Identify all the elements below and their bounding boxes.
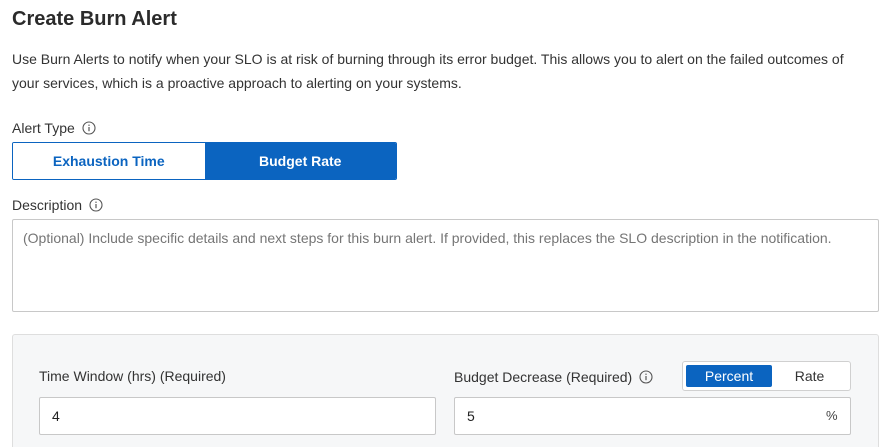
budget-unit-toggle: Percent Rate: [682, 361, 851, 391]
time-window-label: Time Window (hrs) (Required): [39, 368, 226, 384]
percent-toggle-button[interactable]: Percent: [686, 365, 772, 387]
alert-type-label-row: Alert Type: [12, 120, 96, 136]
exhaustion-time-button[interactable]: Exhaustion Time: [13, 143, 205, 179]
alert-type-label: Alert Type: [12, 120, 75, 136]
info-circle-icon[interactable]: [82, 121, 96, 135]
budget-rate-button[interactable]: Budget Rate: [204, 143, 396, 179]
description-label-row: Description: [12, 197, 103, 213]
time-window-input[interactable]: [39, 397, 436, 435]
alert-type-segmented-control: Exhaustion Time Budget Rate: [12, 142, 397, 180]
percent-suffix: %: [826, 408, 838, 423]
description-label: Description: [12, 197, 83, 213]
info-circle-icon[interactable]: [89, 198, 103, 212]
budget-decrease-label: Budget Decrease (Required): [454, 369, 633, 385]
info-circle-icon[interactable]: [639, 370, 653, 384]
rate-toggle-button[interactable]: Rate: [772, 365, 847, 387]
intro-text: Use Burn Alerts to notify when your SLO …: [12, 51, 844, 91]
budget-decrease-input[interactable]: [454, 397, 851, 435]
budget-decrease-label-row: Budget Decrease (Required): [454, 369, 653, 385]
page-title: Create Burn Alert: [12, 8, 177, 30]
description-textarea[interactable]: [12, 219, 879, 312]
